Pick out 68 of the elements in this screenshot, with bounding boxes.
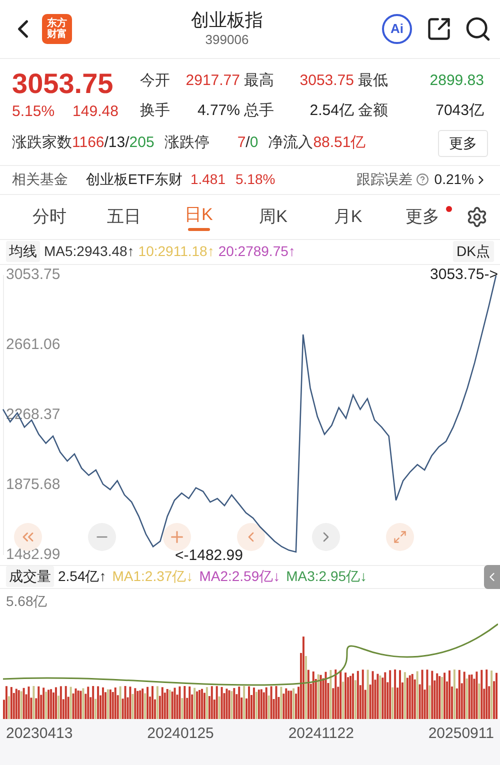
date-label: 20241122: [288, 724, 354, 744]
stat-value: 2899.83: [428, 71, 485, 91]
help-icon[interactable]: [416, 173, 430, 186]
fullscreen-icon[interactable]: [386, 522, 414, 550]
chart-tab[interactable]: 五日: [86, 204, 162, 230]
collapse-tab[interactable]: [484, 564, 500, 588]
stat-label: 涨跌家数: [12, 132, 72, 153]
stat-label: 最低: [358, 71, 389, 91]
stat-label: 总手: [244, 101, 275, 122]
stat-value: 3053.75: [298, 71, 355, 91]
stat-label: 涨跌停: [164, 132, 210, 153]
more-button[interactable]: 更多: [438, 130, 488, 156]
change-percent: 5.15%: [12, 102, 55, 122]
current-price: 3053.75: [12, 67, 114, 101]
stat-value: 7043亿: [434, 101, 485, 122]
chart-tab[interactable]: 更多: [385, 204, 460, 230]
ma-value: 20:2789.75↑: [218, 242, 296, 261]
stat-value: 2917.77: [184, 71, 241, 91]
ma-value: 10:2911.18↑: [138, 242, 214, 261]
date-label: 20250911: [428, 724, 494, 744]
volume-ma-value: MA3:2.95亿↓: [286, 567, 368, 586]
fund-price: 1.481: [190, 170, 226, 189]
index-code: 399006: [205, 31, 249, 49]
fund-name[interactable]: 创业板ETF东财: [86, 169, 182, 190]
chart-tab[interactable]: 周K: [236, 204, 311, 230]
max-price-marker: 3053.75->: [430, 266, 498, 282]
fund-change: 5.18%: [236, 170, 276, 189]
search-icon[interactable]: [464, 15, 492, 43]
change-amount: 149.48: [72, 102, 118, 122]
chart-tab[interactable]: 月K: [310, 204, 386, 230]
volume-value: 2.54亿↑: [58, 567, 106, 586]
stat-value: 88.51亿: [313, 132, 366, 153]
volume-selector[interactable]: 成交量: [6, 566, 54, 587]
ma-selector[interactable]: 均线: [6, 241, 40, 262]
fund-label: 相关基金: [12, 170, 68, 189]
stat-label: 金额: [358, 101, 389, 122]
stat-value: 7/0: [237, 132, 258, 153]
app-logo: 东方 财富: [42, 14, 72, 44]
tracking-error-value: 0.21%: [434, 170, 474, 189]
chart-tab[interactable]: 分时: [12, 204, 87, 230]
previous-icon[interactable]: [237, 522, 266, 550]
date-label: 20230413: [6, 724, 73, 744]
stat-value: 1166/13/205: [72, 132, 154, 153]
volume-max-label: 5.68亿: [6, 592, 48, 608]
share-icon[interactable]: [426, 16, 452, 42]
page-title: 创业板指: [191, 9, 263, 31]
y-axis-label: 3053.75: [6, 266, 60, 282]
stat-label: 今开: [140, 71, 171, 91]
ai-button[interactable]: Ai: [382, 14, 412, 44]
stat-label: 最高: [244, 71, 275, 91]
y-axis-label: 2661.06: [6, 336, 60, 352]
settings-icon[interactable]: [466, 206, 488, 228]
ma-value: MA5:2943.48↑: [44, 242, 134, 261]
crosshair-icon[interactable]: [162, 522, 191, 550]
scroll-left-icon[interactable]: [14, 522, 42, 550]
tracking-error-label: 跟踪误差: [356, 170, 412, 189]
stat-value: 4.77%: [196, 101, 241, 122]
stat-label: 净流入: [268, 132, 314, 153]
date-label: 20240125: [147, 724, 214, 744]
volume-ma-value: MA2:2.59亿↓: [199, 567, 280, 586]
volume-ma-value: MA1:2.37亿↓: [112, 567, 194, 586]
stat-value: 2.54亿: [308, 101, 355, 122]
y-axis-label: 2268.37: [6, 406, 60, 422]
y-axis-label: 1875.68: [6, 476, 60, 492]
y-axis-label: 1482.99: [6, 546, 60, 562]
min-price-marker: <-1482.99: [175, 548, 243, 562]
dk-button[interactable]: DK点: [452, 241, 494, 262]
stat-label: 换手: [140, 101, 171, 122]
